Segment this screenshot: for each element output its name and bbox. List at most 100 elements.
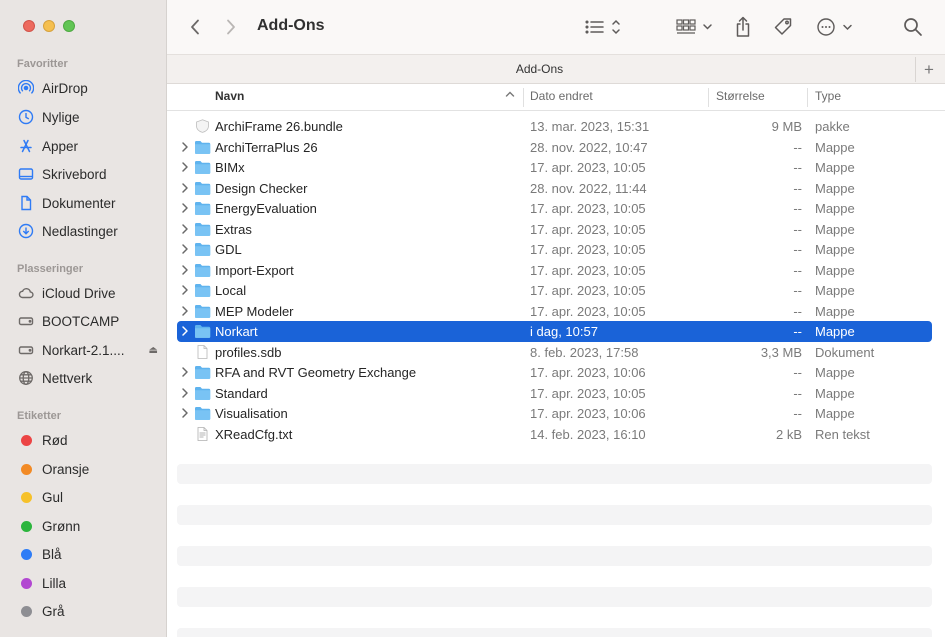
file-date: 17. apr. 2023, 10:05: [530, 303, 646, 319]
sidebar-item-icloud[interactable]: iCloud Drive: [17, 281, 162, 305]
file-row[interactable]: Import-Export 17. apr. 2023, 10:05 -- Mappe: [177, 260, 932, 281]
file-row[interactable]: Design Checker 28. nov. 2022, 11:44 -- Mapp…: [177, 178, 932, 199]
close-window-button[interactable]: [23, 20, 35, 32]
action-menu-button[interactable]: [815, 14, 855, 40]
file-row[interactable]: ArchiFrame 26.bundle 13. mar. 2023, 15:31…: [177, 116, 932, 137]
tags-header: Etiketter: [17, 410, 62, 422]
file-row[interactable]: Visualisation 17. apr. 2023, 10:06 -- Mappe: [177, 403, 932, 424]
sidebar-item-apper[interactable]: Apper: [17, 134, 162, 158]
sidebar-tag-gray[interactable]: Grå: [17, 599, 162, 623]
file-name: Extras: [215, 221, 252, 237]
file-row[interactable]: GDL 17. apr. 2023, 10:05 -- Mappe: [177, 239, 932, 260]
column-size-header[interactable]: Størrelse: [716, 89, 765, 103]
file-name: MEP Modeler: [215, 303, 294, 319]
file-row[interactable]: BIMx 17. apr. 2023, 10:05 -- Mappe: [177, 157, 932, 178]
column-separator[interactable]: [807, 88, 808, 107]
sidebar-item-dokumenter[interactable]: Dokumenter: [17, 191, 162, 215]
column-name-header[interactable]: Navn: [215, 89, 244, 103]
text-file-icon: [194, 426, 211, 441]
file-row[interactable]: Norkart i dag, 10:57 -- Mappe: [177, 321, 932, 342]
sidebar-tag-orange[interactable]: Oransje: [17, 457, 162, 481]
disclosure-chevron-icon[interactable]: [180, 324, 190, 338]
file-date: 17. apr. 2023, 10:06: [530, 365, 646, 380]
sidebar-item-bootcamp[interactable]: BOOTCAMP: [17, 309, 162, 333]
eject-icon[interactable]: ⏏: [149, 345, 158, 356]
sort-ascending-icon[interactable]: [505, 88, 515, 103]
cloud-icon: [17, 284, 35, 302]
sidebar-item-nylige[interactable]: Nylige: [17, 105, 162, 129]
file-row[interactable]: Standard 17. apr. 2023, 10:05 -- Mappe: [177, 383, 932, 404]
disclosure-chevron-icon[interactable]: [180, 201, 190, 215]
path-bar-title: Add-Ons: [515, 62, 564, 76]
disclosure-chevron-icon[interactable]: [180, 365, 190, 379]
zoom-window-button[interactable]: [63, 20, 75, 32]
disclosure-chevron-icon[interactable]: [180, 283, 190, 297]
file-date: i dag, 10:57: [530, 324, 598, 339]
sidebar-item-airdrop[interactable]: AirDrop: [17, 76, 162, 100]
file-row[interactable]: Extras 17. apr. 2023, 10:05 -- Mappe: [177, 219, 932, 240]
column-separator[interactable]: [523, 88, 524, 107]
sidebar-item-label: Oransje: [42, 461, 90, 477]
more-icon: [817, 18, 852, 36]
folder-icon: [194, 406, 211, 420]
file-date: 14. feb. 2023, 16:10: [530, 426, 646, 442]
gray-tag-dot-icon: [21, 605, 32, 617]
minimize-window-button[interactable]: [43, 20, 55, 32]
column-date-header[interactable]: Dato endret: [530, 89, 593, 103]
group-button[interactable]: [675, 14, 715, 40]
file-row[interactable]: Local 17. apr. 2023, 10:05 -- Mappe: [177, 280, 932, 301]
file-name: GDL: [215, 242, 242, 257]
disclosure-chevron-icon[interactable]: [180, 242, 190, 256]
window-title: Add-Ons: [257, 17, 325, 34]
share-icon: [736, 16, 750, 37]
sidebar-tag-purple[interactable]: Lilla: [17, 571, 162, 595]
sidebar-tag-blue[interactable]: Blå: [17, 542, 162, 566]
file-name: Standard: [215, 385, 268, 401]
plus-icon: +: [924, 59, 934, 79]
sidebar-item-skrivebord[interactable]: Skrivebord: [17, 162, 162, 186]
folder-icon: [194, 386, 211, 400]
list-view-icon: [585, 19, 620, 35]
tags-button[interactable]: [771, 14, 795, 40]
new-tab-button[interactable]: +: [915, 57, 942, 82]
view-options-button[interactable]: [583, 14, 625, 40]
back-button[interactable]: [185, 14, 205, 40]
sidebar-item-nedlastinger[interactable]: Nedlastinger: [17, 219, 162, 243]
file-row[interactable]: XReadCfg.txt 14. feb. 2023, 16:10 2 kB Ren …: [177, 424, 932, 445]
share-button[interactable]: [731, 14, 755, 40]
file-kind: Mappe: [815, 406, 855, 421]
file-row[interactable]: RFA and RVT Geometry Exchange 17. apr. 20…: [177, 362, 932, 383]
grid-icon: [676, 19, 712, 34]
sidebar-item-label: Apper: [42, 138, 79, 154]
green-tag-dot-icon: [21, 520, 32, 532]
sidebar-tag-yellow[interactable]: Gul: [17, 485, 162, 509]
file-name: Design Checker: [215, 180, 308, 196]
file-row[interactable]: profiles.sdb 8. feb. 2023, 17:58 3,3 MB Dok…: [177, 342, 932, 363]
disclosure-chevron-icon[interactable]: [180, 181, 190, 195]
sidebar-item-norkart-volume[interactable]: Norkart-2.1.... ⏏: [17, 338, 162, 362]
column-kind-header[interactable]: Type: [815, 89, 841, 103]
disclosure-chevron-icon[interactable]: [180, 222, 190, 236]
file-row[interactable]: ArchiTerraPlus 26 28. nov. 2022, 10:47 -- M…: [177, 137, 932, 158]
sidebar-item-nettverk[interactable]: Nettverk: [17, 366, 162, 390]
folder-icon: [194, 140, 211, 154]
search-button[interactable]: [901, 14, 925, 40]
sidebar-tag-green[interactable]: Grønn: [17, 514, 162, 538]
empty-row: [177, 628, 932, 637]
file-kind: Mappe: [815, 139, 855, 155]
folder-icon: [194, 181, 211, 195]
disclosure-chevron-icon[interactable]: [180, 304, 190, 318]
disclosure-chevron-icon[interactable]: [180, 263, 190, 277]
file-date: 17. apr. 2023, 10:05: [530, 201, 646, 216]
column-separator[interactable]: [708, 88, 709, 107]
document-icon: [17, 194, 35, 212]
disclosure-chevron-icon[interactable]: [180, 386, 190, 400]
forward-button[interactable]: [221, 14, 241, 40]
file-row[interactable]: MEP Modeler 17. apr. 2023, 10:05 -- Mappe: [177, 301, 932, 322]
disclosure-chevron-icon[interactable]: [180, 160, 190, 174]
disclosure-chevron-icon[interactable]: [180, 140, 190, 154]
sidebar-tag-red[interactable]: Rød: [17, 428, 162, 452]
disclosure-chevron-icon[interactable]: [180, 406, 190, 420]
file-row[interactable]: EnergyEvaluation 17. apr. 2023, 10:05 -- Ma…: [177, 198, 932, 219]
file-kind: Mappe: [815, 242, 855, 257]
